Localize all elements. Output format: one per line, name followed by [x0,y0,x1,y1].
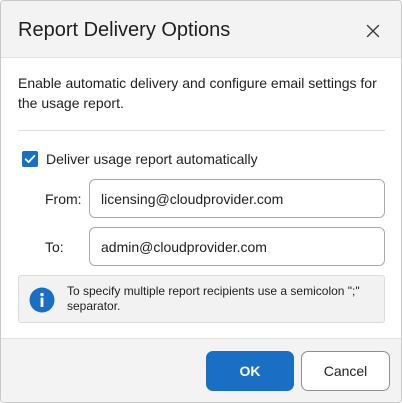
cancel-button[interactable]: Cancel [301,351,390,391]
info-icon [29,287,55,313]
info-text: To specify multiple report recipients us… [67,284,360,313]
to-email-field[interactable] [89,227,385,266]
dialog-description: Enable automatic delivery and configure … [18,75,377,111]
checkmark-icon [24,155,36,164]
from-label: From: [45,191,82,207]
close-icon [366,24,380,38]
deliver-automatically-checkbox[interactable] [22,151,38,167]
report-delivery-dialog: Report Delivery Options Enable automatic… [0,0,402,403]
divider [18,130,385,131]
deliver-automatically-label[interactable]: Deliver usage report automatically [46,150,258,168]
dialog-title: Report Delivery Options [18,19,231,41]
info-message: To specify multiple report recipients us… [18,275,385,323]
close-button[interactable] [361,19,385,43]
dialog-footer: OK Cancel [1,338,401,402]
from-email-field[interactable] [89,179,385,218]
ok-button[interactable]: OK [206,351,294,391]
dialog-header: Report Delivery Options [1,1,401,58]
to-label: To: [45,239,64,255]
